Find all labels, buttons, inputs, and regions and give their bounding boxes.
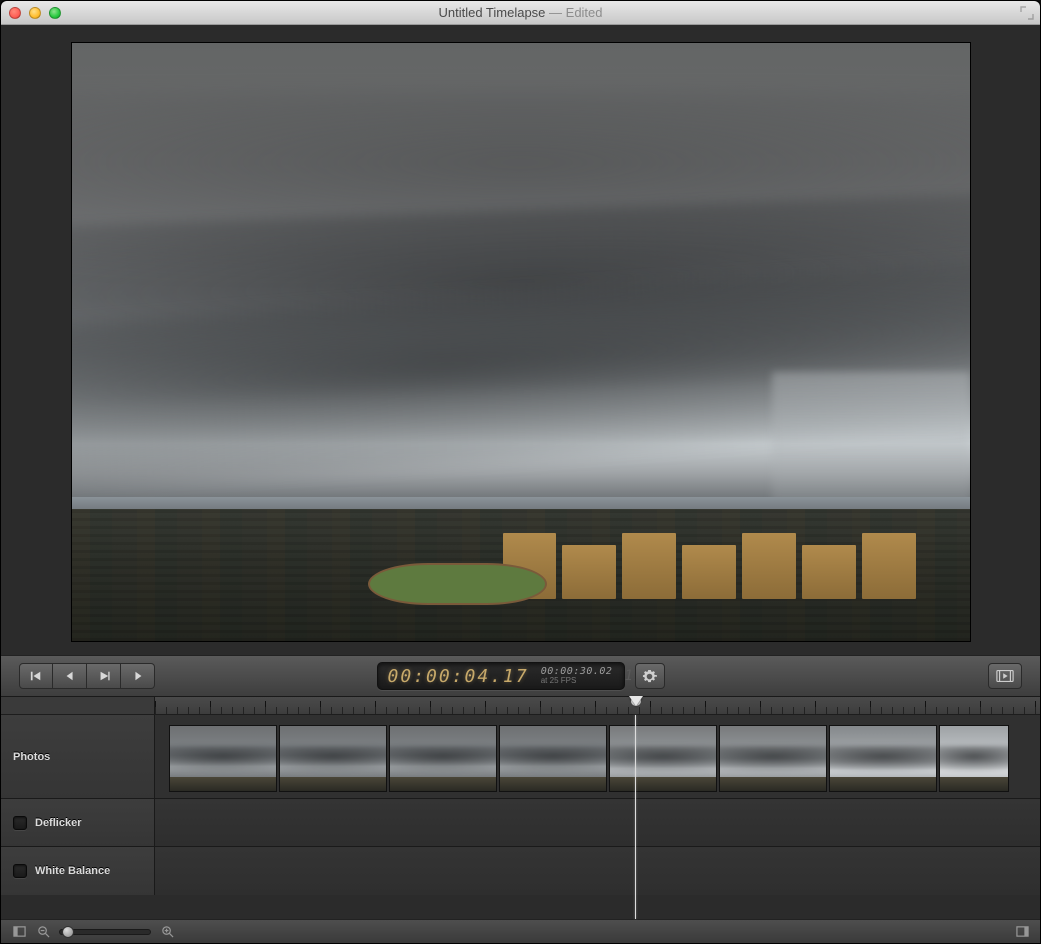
sidebar-toggle-button[interactable] — [11, 924, 27, 940]
track-label-deflicker: Deflicker — [1, 799, 155, 846]
track-content-deflicker[interactable] — [155, 799, 1040, 846]
clip-thumbnail[interactable] — [389, 725, 497, 792]
inspector-toggle-icon — [1016, 925, 1029, 938]
track-content-photos[interactable] — [155, 715, 1040, 798]
go-to-start-button[interactable] — [19, 663, 53, 689]
step-forward-icon — [132, 670, 144, 682]
clip-thumbnail[interactable] — [719, 725, 827, 792]
timecode-current: 00:00:04.17 — [388, 666, 529, 687]
zoom-out-button[interactable] — [35, 924, 51, 940]
transport-toolbar: 00:00:04.17 00:00:30.02 at 25 FPS 117 — [1, 655, 1040, 697]
zoom-in-button[interactable] — [159, 924, 175, 940]
timecode-display[interactable]: 00:00:04.17 00:00:30.02 at 25 FPS 117 — [377, 662, 625, 690]
titlebar: Untitled Timelapse — Edited — [1, 1, 1040, 25]
step-forward-button[interactable] — [121, 663, 155, 689]
fullscreen-icon[interactable] — [1020, 6, 1034, 20]
track-label-text: White Balance — [35, 865, 110, 877]
preview-area — [1, 25, 1040, 655]
gear-icon — [642, 669, 657, 684]
inspector-toggle-button[interactable] — [1014, 924, 1030, 940]
preview-viewport[interactable] — [72, 43, 970, 641]
footer-bar — [1, 919, 1040, 943]
edited-indicator: — Edited — [545, 5, 602, 20]
app-window: Untitled Timelapse — Edited — [0, 0, 1041, 944]
clip-thumbnail[interactable] — [169, 725, 277, 792]
play-icon — [98, 670, 110, 682]
thumbnail-strip — [169, 725, 1040, 792]
zoom-slider[interactable] — [59, 929, 151, 935]
step-back-button[interactable] — [53, 663, 87, 689]
clip-thumbnail[interactable] — [609, 725, 717, 792]
timeline-tracks: Photos Deflicker — [1, 715, 1040, 919]
timeline-ruler[interactable] — [1, 697, 1040, 715]
clip-thumbnail[interactable] — [939, 725, 1009, 792]
track-white-balance: White Balance — [1, 847, 1040, 895]
window-title: Untitled Timelapse — Edited — [1, 5, 1040, 20]
right-button-group — [988, 663, 1022, 689]
export-button[interactable] — [988, 663, 1022, 689]
playhead-handle[interactable] — [629, 696, 643, 712]
zoom-in-icon — [161, 925, 174, 938]
sidebar-toggle-icon — [13, 925, 26, 938]
clip-thumbnail[interactable] — [499, 725, 607, 792]
zoom-slider-thumb[interactable] — [62, 926, 74, 938]
white-balance-checkbox[interactable] — [13, 864, 27, 878]
track-label-text: Deflicker — [35, 817, 81, 829]
track-label-text: Photos — [13, 751, 50, 763]
settings-button[interactable] — [635, 663, 665, 689]
export-video-icon — [996, 669, 1014, 683]
ruler-ticks[interactable] — [155, 697, 1040, 714]
track-label-photos: Photos — [1, 715, 155, 798]
fps-label: at 25 FPS — [541, 677, 613, 685]
track-label-white-balance: White Balance — [1, 847, 155, 895]
go-to-start-icon — [30, 670, 42, 682]
track-content-white-balance[interactable] — [155, 847, 1040, 895]
clip-thumbnail[interactable] — [829, 725, 937, 792]
clip-thumbnail[interactable] — [279, 725, 387, 792]
timecode-meta: 00:00:30.02 at 25 FPS — [541, 667, 613, 685]
track-deflicker: Deflicker — [1, 799, 1040, 847]
ruler-gutter — [1, 697, 155, 714]
playback-button-group — [19, 663, 155, 689]
timecode-group: 00:00:04.17 00:00:30.02 at 25 FPS 117 — [377, 662, 665, 690]
document-title: Untitled Timelapse — [438, 5, 545, 20]
play-button[interactable] — [87, 663, 121, 689]
step-back-icon — [64, 670, 76, 682]
zoom-out-icon — [37, 925, 50, 938]
track-photos: Photos — [1, 715, 1040, 799]
deflicker-checkbox[interactable] — [13, 816, 27, 830]
